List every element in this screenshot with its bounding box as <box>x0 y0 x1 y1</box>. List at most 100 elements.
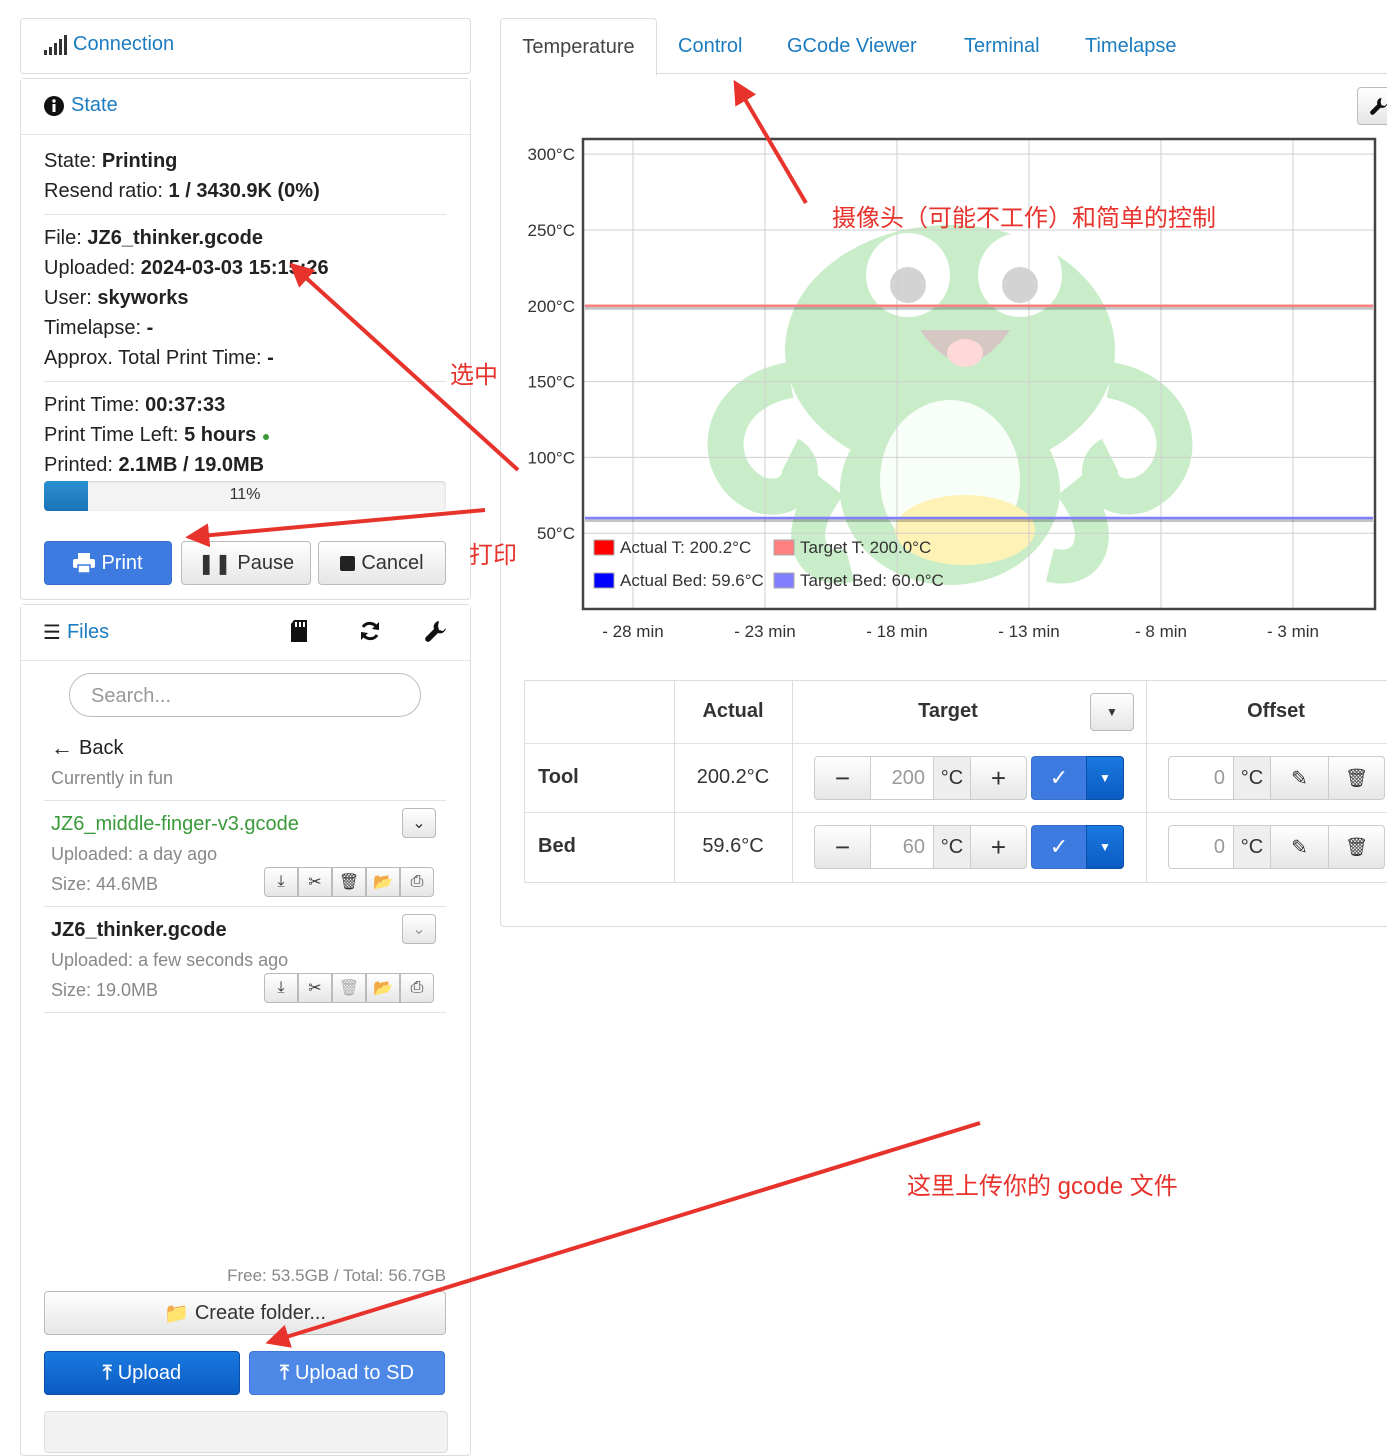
bed-offset-unit: °C <box>1233 825 1271 869</box>
file-menu-toggle[interactable]: ⌄ <box>402 808 436 838</box>
chevron-down-icon: ⌄ <box>412 815 426 832</box>
file-item-uploaded: Uploaded: a day ago <box>51 844 218 864</box>
upload-icon: ⤒ <box>102 1361 112 1384</box>
annotation-upload: 这里上传你的 gcode 文件 <box>907 1173 1178 1200</box>
load-button[interactable]: 📂 <box>366 867 400 897</box>
plus-icon: + <box>990 762 1007 793</box>
folder-open-icon: 📂 <box>373 874 393 891</box>
chart-x-ticks: - 28 min - 23 min - 18 min - 13 min - 8 min -… <box>602 622 1319 641</box>
resend-line: Resend ratio: 1 / 3430.9K (0%) <box>44 180 320 202</box>
tool-target-input[interactable]: 200 <box>870 756 934 800</box>
bed-decrement-button[interactable]: − <box>814 825 871 869</box>
file-item-size: Size: 44.6MB <box>51 874 159 894</box>
trash-icon: 🗑 <box>338 980 360 997</box>
files-header: ☰ Files <box>21 605 470 661</box>
tab-terminal[interactable]: Terminal <box>964 18 1040 74</box>
bed-offset-input[interactable]: 0 <box>1168 825 1234 869</box>
storage-info: Free: 53.5GB / Total: 56.7GB <box>227 1266 446 1285</box>
back-link[interactable]: ← Back <box>51 735 123 761</box>
upload-sd-button[interactable]: ⤒ Upload to SD <box>249 1351 445 1395</box>
state-line: State: Printing <box>44 150 178 172</box>
cut-button[interactable]: ✂ <box>298 973 332 1003</box>
chart-y-tick-label: 250°C <box>528 221 575 240</box>
connection-title: Connection <box>73 33 175 55</box>
approx-time-line: Approx. Total Print Time: - <box>44 347 274 369</box>
cancel-button[interactable]: Cancel <box>318 541 446 585</box>
create-folder-button[interactable]: 📁 Create folder... <box>44 1291 446 1335</box>
pause-button[interactable]: ❚❚ Pause <box>181 541 311 585</box>
pause-icon: ❚❚ <box>197 552 232 575</box>
chart-y-ticks: 300°C 250°C 200°C 150°C 100°C 50°C <box>528 145 575 543</box>
signal-icon <box>44 34 67 55</box>
download-button[interactable]: ⤓ <box>264 973 298 1003</box>
chart-y-tick-label: 100°C <box>528 448 575 467</box>
printer-icon: ⎙ <box>410 873 424 890</box>
chart-legend-swatch <box>773 539 795 556</box>
tab-gcode-viewer[interactable]: GCode Viewer <box>787 18 917 74</box>
tool-edit-offset-button[interactable]: ✎ <box>1270 756 1329 800</box>
trash-icon: 🗑 <box>338 874 360 891</box>
file-item-name[interactable]: JZ6_thinker.gcode <box>51 919 227 942</box>
tool-decrement-button[interactable]: − <box>814 756 871 800</box>
chevron-down-icon: ⌄ <box>412 921 426 938</box>
delete-button[interactable]: 🗑 <box>332 867 366 897</box>
chart-x-tick-label: - 23 min <box>734 622 795 641</box>
trash-icon: 🗑 <box>1345 767 1368 788</box>
current-folder: Currently in fun <box>51 768 174 788</box>
files-title-link[interactable]: ☰ Files <box>43 620 109 645</box>
scissors-icon: ✂ <box>308 980 322 997</box>
bed-target-menu-button[interactable]: ▼ <box>1086 825 1124 869</box>
connection-panel: Connection <box>20 18 471 74</box>
graph-settings-button[interactable] <box>1357 87 1387 125</box>
print-file-button[interactable]: ⎙ <box>400 973 434 1003</box>
connection-header[interactable]: Connection <box>43 33 174 56</box>
bed-target-input[interactable]: 60 <box>870 825 934 869</box>
tab-temperature[interactable]: Temperature <box>500 18 657 76</box>
info-icon <box>44 95 64 116</box>
chart-y-tick-label: 150°C <box>528 373 575 392</box>
print-button[interactable]: Print <box>44 541 172 585</box>
chart-y-tick-label: 50°C <box>537 524 575 543</box>
cut-button[interactable]: ✂ <box>298 867 332 897</box>
tool-delete-offset-button[interactable]: 🗑 <box>1328 756 1385 800</box>
wrench-icon[interactable] <box>425 620 447 642</box>
bed-set-target-button[interactable]: ✓ <box>1031 825 1087 869</box>
tool-offset-input[interactable]: 0 <box>1168 756 1234 800</box>
chart-x-tick-label: - 8 min <box>1135 622 1187 641</box>
caret-down-icon: ▼ <box>1106 705 1118 719</box>
file-line: File: JZ6_thinker.gcode <box>44 227 263 249</box>
chart-x-tick-label: - 13 min <box>998 622 1059 641</box>
print-file-button[interactable]: ⎙ <box>400 867 434 897</box>
tool-target-menu-button[interactable]: ▼ <box>1086 756 1124 800</box>
upload-button[interactable]: ⤒ Upload <box>44 1351 240 1395</box>
tool-set-target-button[interactable]: ✓ <box>1031 756 1087 800</box>
stop-icon <box>340 555 356 571</box>
header-offset: Offset <box>1247 700 1305 722</box>
delete-button[interactable]: 🗑 <box>332 973 366 1003</box>
tab-timelapse[interactable]: Timelapse <box>1085 18 1177 74</box>
search-input[interactable]: Search... <box>69 673 421 717</box>
download-button[interactable]: ⤓ <box>264 867 298 897</box>
state-header[interactable]: State <box>21 79 470 135</box>
file-menu-toggle[interactable]: ⌄ <box>402 914 436 944</box>
sd-card-icon[interactable] <box>291 620 307 642</box>
target-presets-dropdown[interactable]: ▼ <box>1090 693 1134 731</box>
wrench-icon <box>1370 97 1387 115</box>
octoprint-logo-watermark <box>707 225 1193 585</box>
chart-legend-item: Target Bed: 60.0°C <box>773 571 944 590</box>
progress-text: 11% <box>229 486 261 503</box>
bed-increment-button[interactable]: + <box>970 825 1027 869</box>
tool-increment-button[interactable]: + <box>970 756 1027 800</box>
refresh-icon[interactable] <box>359 620 381 642</box>
file-item-name[interactable]: JZ6_middle-finger-v3.gcode <box>51 813 299 836</box>
pencil-icon: ✎ <box>1291 767 1308 790</box>
time-left-line: Print Time Left: 5 hours ● <box>44 424 271 446</box>
load-button[interactable]: 📂 <box>366 973 400 1003</box>
chart-x-tick-label: - 28 min <box>602 622 663 641</box>
bed-edit-offset-button[interactable]: ✎ <box>1270 825 1329 869</box>
tab-control[interactable]: Control <box>678 18 742 74</box>
chart-legend-item: Actual Bed: 59.6°C <box>593 571 764 590</box>
chart-legend-swatch <box>773 572 795 589</box>
bed-delete-offset-button[interactable]: 🗑 <box>1328 825 1385 869</box>
header-target: Target <box>918 700 978 722</box>
